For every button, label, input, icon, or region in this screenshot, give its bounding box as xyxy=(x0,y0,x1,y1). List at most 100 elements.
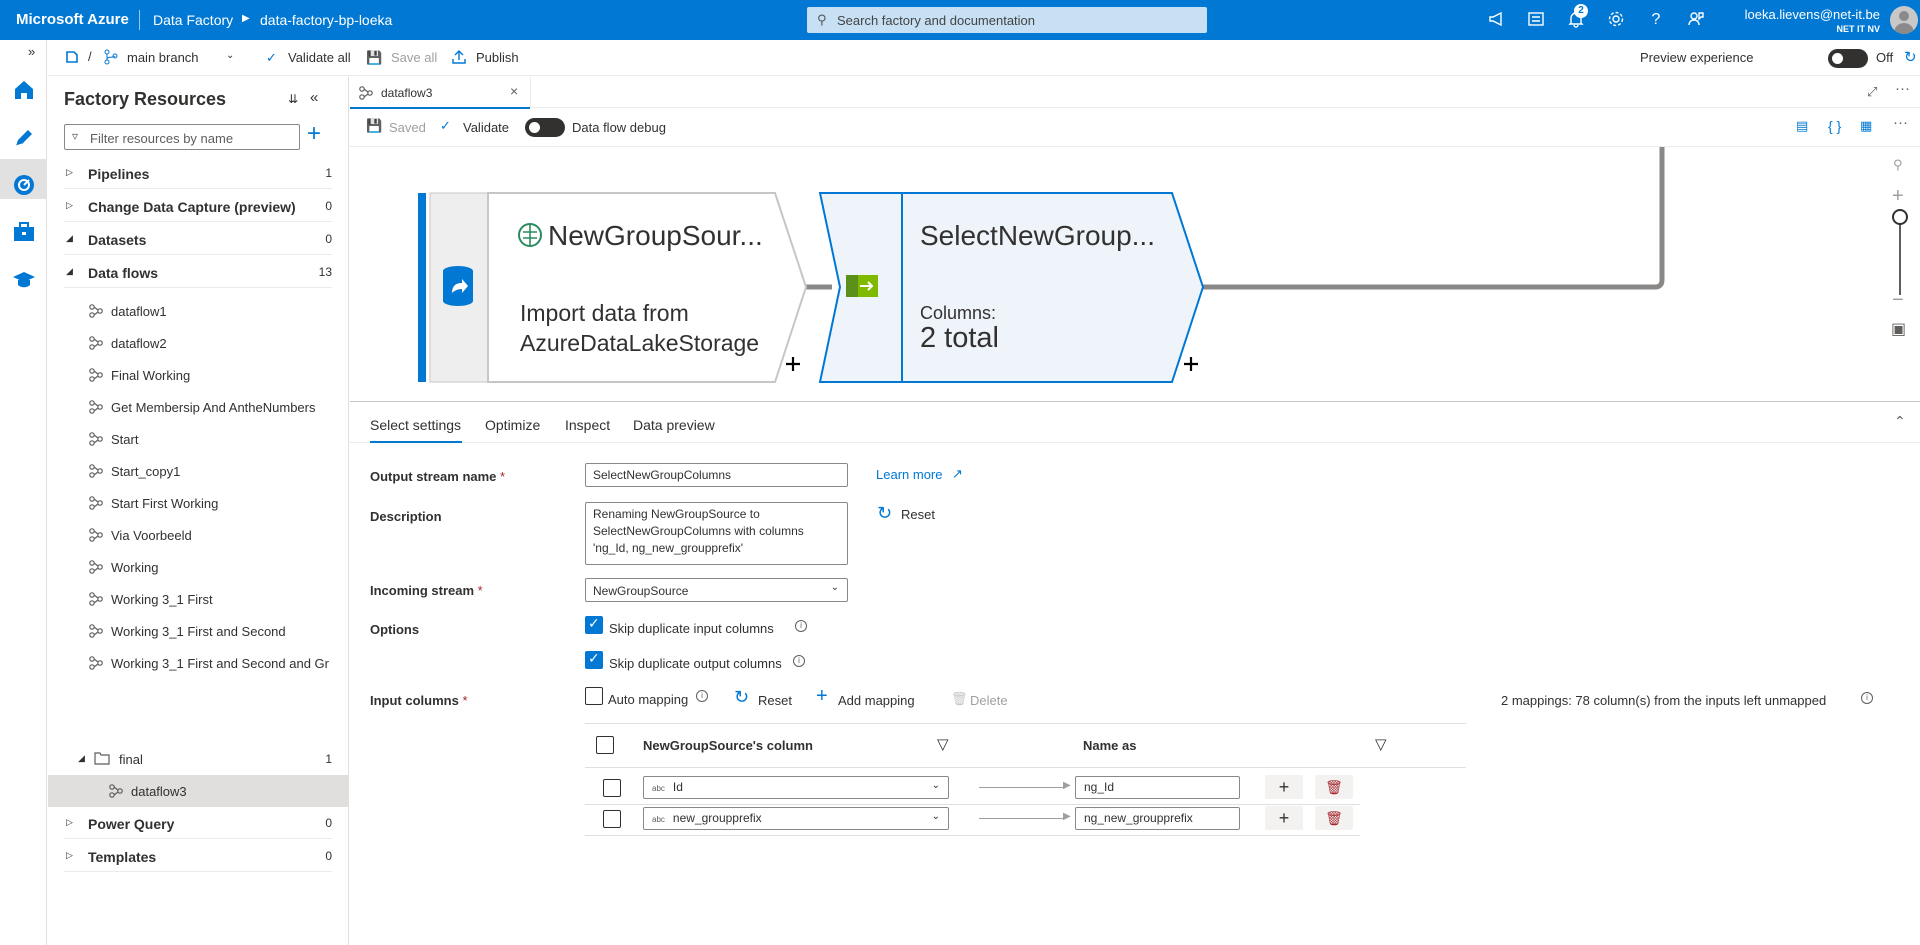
dataflow-item[interactable]: Get Membersip And AntheNumbers xyxy=(48,391,348,423)
collapse-all-icon[interactable]: ⇊ xyxy=(288,92,298,106)
add-row-button[interactable]: + xyxy=(1265,775,1303,799)
section-datasets[interactable]: ◢ Datasets 0 xyxy=(48,223,348,255)
dataflow-debug-toggle[interactable] xyxy=(525,118,565,137)
name-as-input[interactable]: ng_new_groupprefix xyxy=(1075,807,1240,830)
skip-output-checkbox[interactable] xyxy=(585,650,603,669)
saved-button[interactable]: Saved xyxy=(389,120,426,135)
auto-mapping-checkbox[interactable] xyxy=(585,687,603,705)
row-checkbox[interactable] xyxy=(603,810,621,828)
delete-row-button[interactable]: 🗑 xyxy=(1315,806,1353,830)
section-power-query[interactable]: ▷ Power Query 0 xyxy=(48,807,348,839)
name-as-input[interactable]: ng_Id xyxy=(1075,776,1240,799)
fit-to-view-icon[interactable]: ▣ xyxy=(1891,319,1906,339)
avatar[interactable] xyxy=(1890,6,1918,34)
filter-resources-input[interactable]: ▿ Filter resources by name xyxy=(64,124,300,150)
skip-input-checkbox[interactable] xyxy=(585,615,603,634)
source-node-title[interactable]: NewGroupSour... xyxy=(548,220,763,252)
tab-select-settings[interactable]: Select settings xyxy=(370,417,461,433)
close-icon[interactable]: × xyxy=(510,83,518,99)
expand-rail-icon[interactable]: » xyxy=(28,44,35,59)
search-input[interactable]: ⚲ Search factory and documentation xyxy=(807,7,1207,33)
info-icon[interactable]: i xyxy=(1861,692,1873,704)
source-column-dropdown[interactable]: abc Id ⌄ xyxy=(643,776,949,799)
home-icon[interactable] xyxy=(12,78,36,102)
publish-button[interactable]: Publish xyxy=(476,50,519,65)
dataflow-canvas[interactable]: NewGroupSour... Import data from AzureDa… xyxy=(350,146,1920,402)
chevron-down-icon[interactable]: ⌄ xyxy=(226,50,234,61)
tab-optimize[interactable]: Optimize xyxy=(485,417,540,433)
manage-toolbox-icon[interactable] xyxy=(12,220,36,244)
dataflow-item[interactable]: Working 3_1 First xyxy=(48,583,348,615)
dataflow-item[interactable]: Working 3_1 First and Second and Gr xyxy=(48,647,348,679)
dataflow-item[interactable]: Start xyxy=(48,423,348,455)
validate-button[interactable]: Validate xyxy=(463,120,509,135)
user-email[interactable]: loeka.lievens@net-it.be xyxy=(1745,7,1880,22)
output-stream-input[interactable]: SelectNewGroupColumns xyxy=(585,463,848,487)
brand-label[interactable]: Microsoft Azure xyxy=(16,11,129,28)
dataflow-item[interactable]: Working xyxy=(48,551,348,583)
tab-inspect[interactable]: Inspect xyxy=(565,417,610,433)
incoming-stream-dropdown[interactable]: NewGroupSource ⌄ xyxy=(585,578,848,602)
tab-data-preview[interactable]: Data preview xyxy=(633,417,715,433)
help-icon[interactable]: ? xyxy=(1646,10,1666,30)
zoom-slider-thumb[interactable] xyxy=(1892,209,1908,225)
select-node-title[interactable]: SelectNewGroup... xyxy=(920,220,1155,252)
info-icon[interactable]: i xyxy=(795,620,807,632)
dataflow-item[interactable]: Start_copy1 xyxy=(48,455,348,487)
learn-more-link[interactable]: Learn more xyxy=(876,467,942,482)
monitor-icon[interactable] xyxy=(12,173,36,197)
description-textarea[interactable]: Renaming NewGroupSource to SelectNewGrou… xyxy=(585,502,848,565)
more-options-icon[interactable]: ··· xyxy=(1893,114,1908,131)
tab-dataflow3[interactable]: dataflow3 × xyxy=(350,77,531,109)
more-options-icon[interactable]: ··· xyxy=(1895,80,1910,97)
section-change-data-capture[interactable]: ▷ Change Data Capture (preview) 0 xyxy=(48,190,348,222)
row-checkbox[interactable] xyxy=(603,779,621,797)
dataflow-item[interactable]: Start First Working xyxy=(48,487,348,519)
git-repo-icon[interactable] xyxy=(64,49,80,68)
collapse-panel-icon[interactable]: « xyxy=(310,89,318,106)
dataflow-item-dataflow3[interactable]: dataflow3 xyxy=(48,775,348,807)
delete-row-button[interactable]: 🗑 xyxy=(1315,775,1353,799)
folder-final[interactable]: ◢ final 1 xyxy=(48,743,348,775)
select-all-checkbox[interactable] xyxy=(596,736,614,754)
filter-icon[interactable]: ▽ xyxy=(937,735,949,753)
info-icon[interactable]: i xyxy=(793,655,805,667)
breadcrumb-service[interactable]: Data Factory xyxy=(153,12,233,28)
switch-directory-icon[interactable] xyxy=(1526,10,1546,30)
megaphone-icon[interactable] xyxy=(1487,10,1507,30)
zoom-in-icon[interactable]: + xyxy=(1892,185,1904,208)
dataflow-item[interactable]: dataflow1 xyxy=(48,295,348,327)
add-resource-icon[interactable]: + xyxy=(307,120,321,148)
dataflow-item[interactable]: dataflow2 xyxy=(48,327,348,359)
section-templates[interactable]: ▷ Templates 0 xyxy=(48,840,348,872)
author-pencil-icon[interactable] xyxy=(12,126,36,150)
properties-icon[interactable]: ▤ xyxy=(1796,118,1808,134)
dataflow-item[interactable]: Final Working xyxy=(48,359,348,391)
script-icon[interactable]: ▦ xyxy=(1860,118,1872,134)
save-all-button[interactable]: Save all xyxy=(391,50,437,65)
zoom-out-icon[interactable]: − xyxy=(1892,289,1904,312)
refresh-icon[interactable]: ↻ xyxy=(1904,48,1917,66)
reset-description-button[interactable]: Reset xyxy=(901,507,935,522)
preview-experience-toggle[interactable] xyxy=(1828,49,1868,68)
learning-cap-icon[interactable] xyxy=(12,268,36,292)
add-row-button[interactable]: + xyxy=(1265,806,1303,830)
dataflow-item[interactable]: Working 3_1 First and Second xyxy=(48,615,348,647)
delete-mapping-button[interactable]: Delete xyxy=(970,693,1008,708)
breadcrumb-factory[interactable]: data-factory-bp-loeka xyxy=(260,12,392,28)
source-column-dropdown[interactable]: abc new_groupprefix ⌄ xyxy=(643,807,949,830)
filter-icon[interactable]: ▽ xyxy=(1375,735,1387,753)
section-data-flows[interactable]: ◢ Data flows 13 xyxy=(48,256,348,288)
maximize-icon[interactable]: ⤢ xyxy=(1867,84,1877,100)
validate-all-button[interactable]: Validate all xyxy=(288,50,351,65)
branch-selector[interactable]: main branch xyxy=(127,50,199,65)
dataflow-item[interactable]: Via Voorbeeld xyxy=(48,519,348,551)
reset-mapping-button[interactable]: Reset xyxy=(758,693,792,708)
feedback-icon[interactable] xyxy=(1686,10,1706,30)
info-icon[interactable]: i xyxy=(696,690,708,702)
collapse-panel-icon[interactable]: ⌃ xyxy=(1894,413,1906,430)
zoom-search-icon[interactable]: ⚲ xyxy=(1893,157,1903,173)
zoom-slider-track[interactable] xyxy=(1899,215,1901,295)
code-icon[interactable]: { } xyxy=(1828,118,1841,134)
add-mapping-button[interactable]: Add mapping xyxy=(838,693,915,708)
